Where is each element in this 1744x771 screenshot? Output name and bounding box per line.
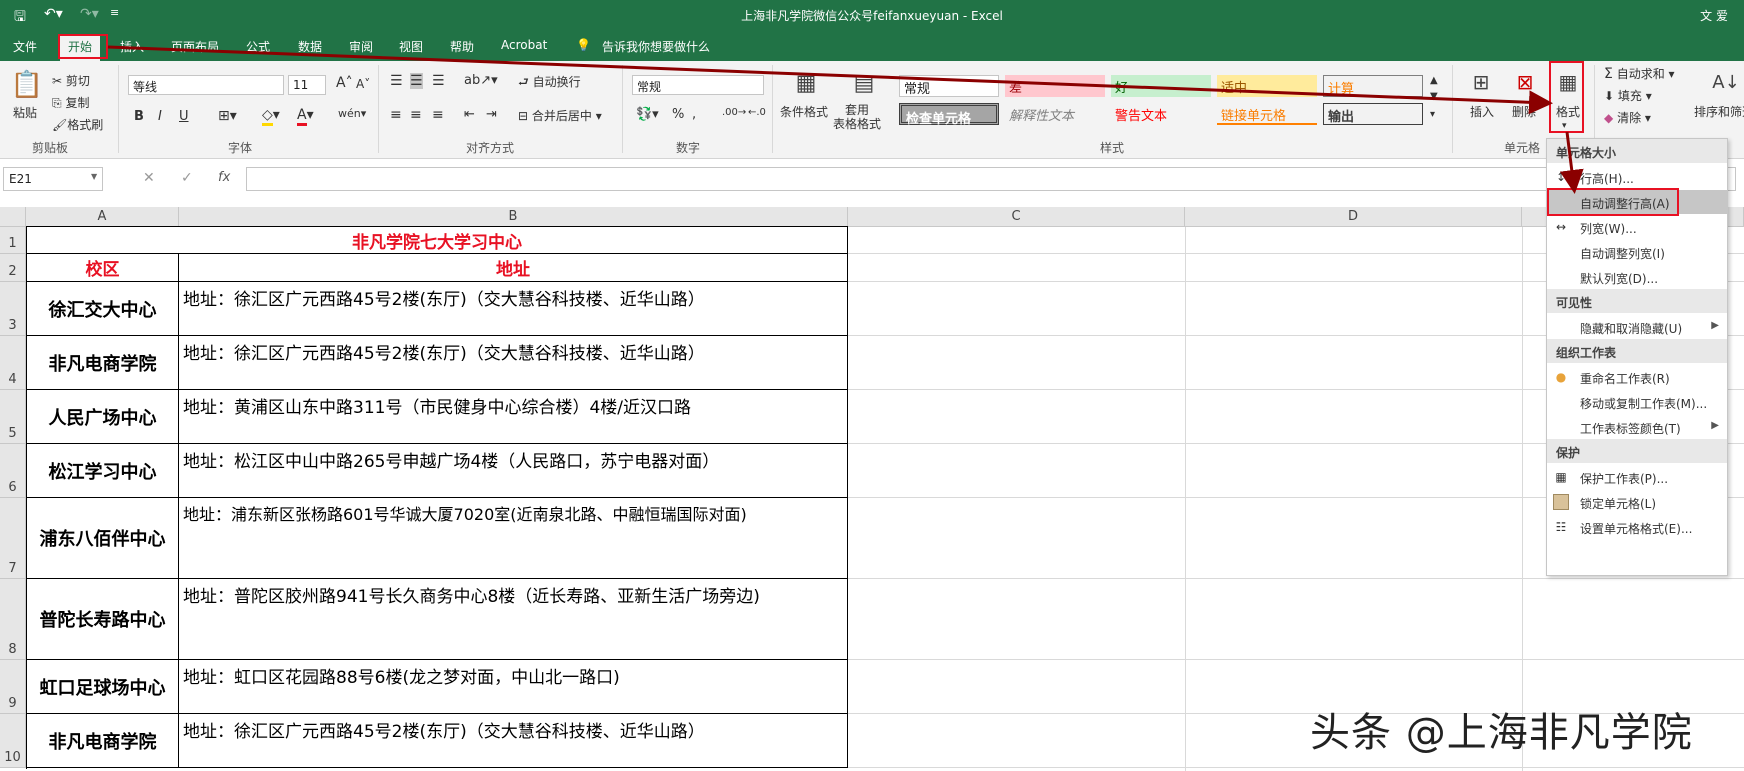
watermark: 头条 @上海非凡学院 bbox=[1310, 710, 1693, 756]
arrow-format-to-autofit bbox=[1559, 131, 1584, 194]
arrow-home-to-format bbox=[107, 45, 1553, 115]
annotation-arrows bbox=[107, 45, 1584, 194]
